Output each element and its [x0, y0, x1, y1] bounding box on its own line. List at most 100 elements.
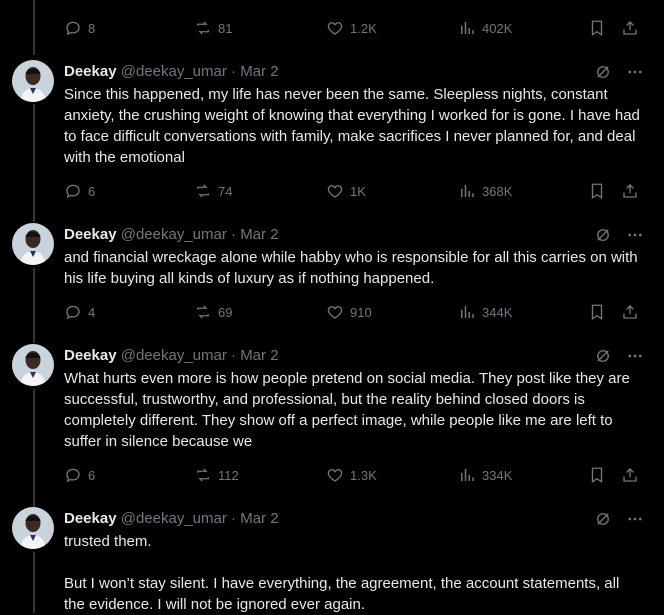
reply-count: 4 — [88, 304, 96, 320]
reply-button[interactable]: 8 — [64, 18, 95, 38]
thread-line — [33, 389, 35, 507]
author-name[interactable]: Deekay — [64, 510, 117, 527]
views-count: 402K — [482, 20, 513, 36]
share-icon — [623, 184, 637, 198]
reply-button[interactable]: 6 — [64, 465, 95, 485]
tweet-header-actions — [594, 509, 644, 529]
repost-icon — [197, 305, 209, 319]
more-icon — [628, 233, 642, 237]
like-button[interactable]: 1.2K — [326, 18, 377, 38]
more-icon — [628, 354, 642, 358]
reply-icon — [66, 184, 80, 199]
more-button[interactable] — [626, 510, 644, 528]
reply-button[interactable]: 6 — [64, 181, 95, 201]
views-button[interactable]: 334K — [458, 465, 512, 485]
repost-count: 74 — [218, 183, 233, 199]
tweet-date[interactable]: Mar 2 — [240, 63, 278, 80]
more-button[interactable] — [626, 226, 644, 244]
views-button[interactable]: 402K — [458, 18, 512, 38]
like-count: 1K — [350, 183, 366, 199]
separator: · — [231, 347, 237, 364]
tweet-text: trusted them. But I won’t stay silent. I… — [64, 533, 620, 613]
views-count: 344K — [482, 304, 513, 320]
grok-button[interactable] — [594, 226, 612, 244]
bookmark-icon — [591, 20, 603, 37]
heart-icon — [327, 22, 343, 35]
separator: · — [231, 226, 237, 243]
action-bar: 4 69 910 344K — [0, 302, 664, 322]
views-button[interactable]: 368K — [458, 181, 512, 201]
repost-count: 112 — [218, 467, 239, 483]
tweet-header: Deekay @deekay_umar · Mar 2 — [64, 509, 279, 529]
bookmark-icon — [591, 467, 603, 484]
bookmark-button[interactable] — [588, 302, 606, 322]
author-name[interactable]: Deekay — [64, 226, 117, 243]
grok-icon — [597, 66, 609, 78]
share-button[interactable] — [621, 302, 639, 322]
views-icon — [461, 22, 474, 34]
share-icon — [623, 468, 637, 482]
avatar[interactable] — [12, 507, 54, 549]
repost-icon — [197, 21, 209, 35]
like-button[interactable]: 910 — [326, 302, 372, 322]
tweet-header: Deekay @deekay_umar · Mar 2 — [64, 62, 279, 82]
share-button[interactable] — [621, 181, 639, 201]
reply-button[interactable]: 4 — [64, 302, 95, 322]
bookmark-icon — [591, 183, 603, 200]
reply-icon — [66, 21, 80, 36]
more-button[interactable] — [626, 347, 644, 365]
share-icon — [623, 305, 637, 319]
views-icon — [461, 306, 474, 318]
views-count: 368K — [482, 183, 513, 199]
bookmark-button[interactable] — [588, 18, 606, 38]
thread-line — [33, 104, 35, 222]
grok-icon — [597, 229, 609, 241]
bookmark-icon — [591, 304, 603, 321]
share-button[interactable] — [621, 18, 639, 38]
author-name[interactable]: Deekay — [64, 63, 117, 80]
heart-icon — [327, 469, 343, 482]
like-button[interactable]: 1K — [326, 181, 366, 201]
more-button[interactable] — [626, 63, 644, 81]
tweet-date[interactable]: Mar 2 — [240, 510, 278, 527]
action-bar: 6 112 1.3K 334K — [0, 465, 664, 485]
bookmark-button[interactable] — [588, 181, 606, 201]
tweet-text: Since this happened, my life has never b… — [64, 86, 645, 166]
share-button[interactable] — [621, 465, 639, 485]
repost-button[interactable]: 74 — [194, 181, 232, 201]
bookmark-button[interactable] — [588, 465, 606, 485]
author-handle[interactable]: @deekay_umar — [121, 63, 227, 80]
avatar[interactable] — [12, 60, 54, 102]
tweet-date[interactable]: Mar 2 — [240, 347, 278, 364]
repost-button[interactable]: 81 — [194, 18, 232, 38]
views-icon — [461, 185, 474, 197]
tweet-header: Deekay @deekay_umar · Mar 2 — [64, 346, 279, 366]
views-count: 334K — [482, 467, 513, 483]
tweet-date[interactable]: Mar 2 — [240, 226, 278, 243]
heart-icon — [327, 185, 343, 198]
heart-icon — [327, 306, 343, 319]
author-handle[interactable]: @deekay_umar — [121, 347, 227, 364]
reply-count: 8 — [88, 20, 96, 36]
tweet-text: What hurts even more is how people prete… — [64, 370, 635, 450]
author-name[interactable]: Deekay — [64, 347, 117, 364]
repost-button[interactable]: 112 — [194, 465, 239, 485]
author-handle[interactable]: @deekay_umar — [121, 226, 227, 243]
avatar[interactable] — [12, 344, 54, 386]
like-button[interactable]: 1.3K — [326, 465, 377, 485]
like-count: 910 — [350, 304, 372, 320]
reply-count: 6 — [88, 467, 96, 483]
author-handle[interactable]: @deekay_umar — [121, 510, 227, 527]
avatar[interactable] — [12, 223, 54, 265]
repost-button[interactable]: 69 — [194, 302, 232, 322]
tweet-header-actions — [594, 62, 644, 82]
views-button[interactable]: 344K — [458, 302, 512, 322]
grok-button[interactable] — [594, 347, 612, 365]
grok-button[interactable] — [594, 510, 612, 528]
action-bar: 6 74 1K 368K — [0, 181, 664, 201]
reply-icon — [66, 468, 80, 483]
reply-count: 6 — [88, 183, 96, 199]
grok-button[interactable] — [594, 63, 612, 81]
grok-icon — [597, 350, 609, 362]
grok-icon — [597, 513, 609, 525]
